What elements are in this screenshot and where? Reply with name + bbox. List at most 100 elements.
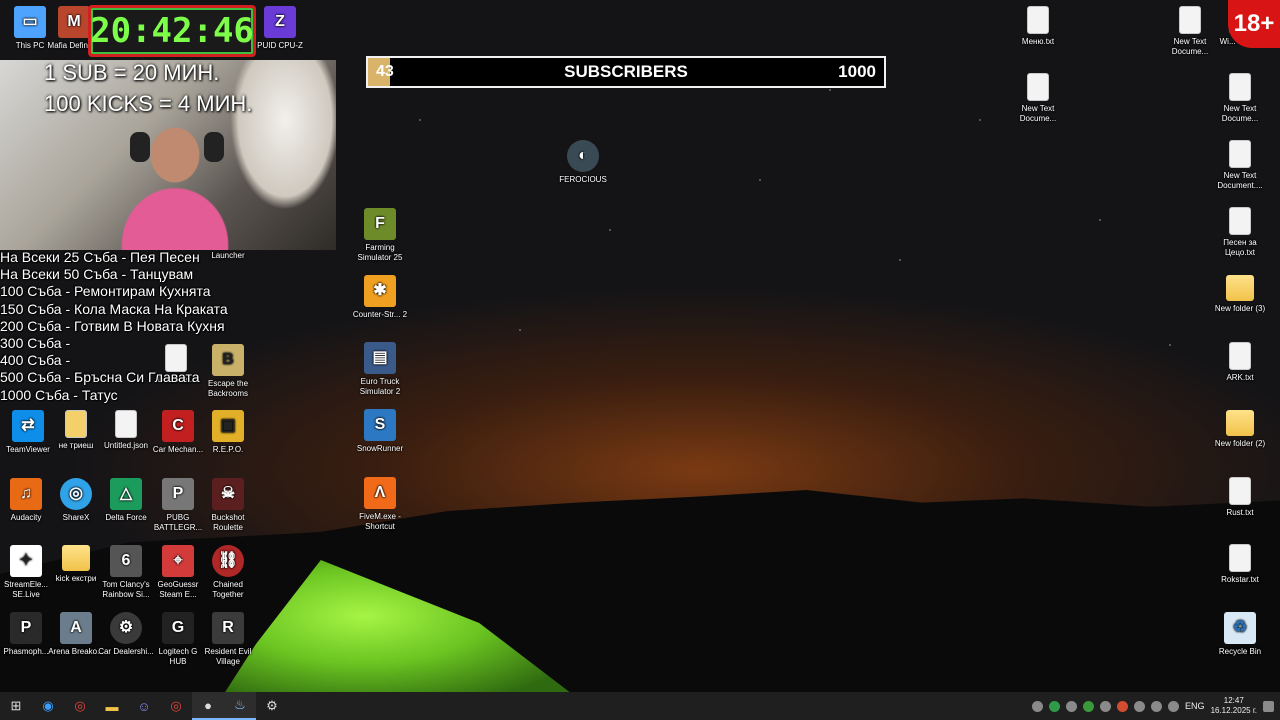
settings-icon[interactable]: ⚙ <box>256 692 288 720</box>
discord-icon[interactable]: ☺ <box>128 692 160 720</box>
deltaforce-icon: △ <box>110 478 142 510</box>
network-icon[interactable] <box>1151 700 1163 712</box>
desktop-icon-pubg[interactable]: P PUBG BATTLEGR... <box>150 478 206 533</box>
desktop-icon-chained-together[interactable]: ⛓ Chained Together <box>200 545 256 600</box>
farming-icon: F <box>364 208 396 240</box>
edge-icon[interactable]: ◉ <box>32 692 64 720</box>
goal-item: 1000 Съба - Татус <box>0 386 118 403</box>
desktop-icon-rust-txt[interactable]: Rust.txt <box>1212 477 1268 518</box>
desktop-icon-re-village[interactable]: R Resident Evil Village <box>200 612 256 667</box>
desktop-icon-fivem[interactable]: Λ FiveM.exe - Shortcut <box>352 477 408 532</box>
tray-app-icon[interactable] <box>1049 700 1061 712</box>
desktop-icon-new-folder-2[interactable]: New folder (2) <box>1212 410 1268 449</box>
language-indicator[interactable]: ENG <box>1185 701 1205 711</box>
desktop-icon-audacity[interactable]: ♫ Audacity <box>0 478 54 523</box>
webcam-background-tree <box>230 60 336 210</box>
desktop-icon-ark-txt[interactable]: ARK.txt <box>1212 342 1268 383</box>
desktop-icon-euro-truck[interactable]: ▤ Euro Truck Simulator 2 <box>352 342 408 397</box>
desktop-icon-car-dealership[interactable]: ⚙ Car Dealershi... <box>98 612 154 657</box>
recycle-bin-icon: ♻ <box>1224 612 1256 644</box>
system-tray: ENG 12:47 16.12.2025 г. <box>1032 692 1280 720</box>
tray-app-icon[interactable] <box>1117 700 1129 712</box>
goal-item: 200 Съба - Готвим В Новата Кухня <box>0 317 225 334</box>
document-icon <box>1027 73 1049 101</box>
document-icon <box>1229 477 1251 505</box>
folder-icon <box>62 545 90 571</box>
document-icon <box>1229 140 1251 168</box>
folder-icon <box>1226 410 1254 436</box>
mafia-icon: M <box>58 6 90 38</box>
file-explorer-icon[interactable]: ▬ <box>96 692 128 720</box>
chrome-icon[interactable]: ◎ <box>64 692 96 720</box>
obs-icon[interactable]: ● <box>192 692 224 720</box>
desktop-icon-geoguessr[interactable]: ⌖ GeoGuessr Steam E... <box>150 545 206 600</box>
subscriber-goal: 1000 <box>838 62 876 81</box>
document-icon <box>1229 342 1251 370</box>
logitech-icon: G <box>162 612 194 644</box>
desktop-icon-snowrunner[interactable]: S SnowRunner <box>352 409 408 454</box>
document-icon <box>1027 6 1049 34</box>
desktop-icon-recycle-bin[interactable]: ♻ Recycle Bin <box>1212 612 1268 657</box>
subscriber-label: SUBSCRIBERS <box>564 62 688 81</box>
desktop-icon-counter-strike[interactable]: ✱ Counter-Str... 2 <box>352 275 408 320</box>
desktop-icon-new-text-doc[interactable]: New Text Docume... <box>1010 73 1066 124</box>
stream-goals-list: На Всеки 25 Съба - Пея Песен На Всеки 50… <box>0 249 250 404</box>
tray-app-icon[interactable] <box>1032 700 1044 712</box>
steam-icon[interactable]: ♨ <box>224 692 256 720</box>
taskbar-date: 16.12.2025 г. <box>1210 706 1257 715</box>
desktop-icon-menu-txt[interactable]: Меню.txt <box>1010 6 1066 47</box>
tray-app-icon[interactable] <box>1083 700 1095 712</box>
goal-item: На Всеки 50 Съба - Танцувам <box>0 266 194 283</box>
volume-icon[interactable] <box>1168 700 1180 712</box>
headset-icon <box>130 132 150 162</box>
document-icon <box>65 410 87 438</box>
folder-icon <box>1226 275 1254 301</box>
windows-start-icon[interactable]: ⊞ <box>0 692 32 720</box>
age-restriction-badge: 18+ <box>1228 0 1280 48</box>
desktop-icon-cpuz[interactable]: Z PUID CPU-Z <box>252 6 308 51</box>
desktop-icon-arena-breakout[interactable]: A Arena Breako... <box>48 612 104 657</box>
teamviewer-icon: ⇄ <box>12 410 44 442</box>
notification-icon[interactable] <box>1263 700 1274 712</box>
desktop-icon-new-text-doc[interactable]: New Text Document.... <box>1212 140 1268 191</box>
cpuz-icon: Z <box>264 6 296 38</box>
desktop-icon-delta-force[interactable]: △ Delta Force <box>98 478 154 523</box>
desktop-icon-logitech[interactable]: G Logitech G HUB <box>150 612 206 667</box>
cs2-icon: ✱ <box>364 275 396 307</box>
desktop-icon-new-text-doc[interactable]: New Text Docume... <box>1212 73 1268 124</box>
desktop-icon-phasmophobia[interactable]: P Phasmoph... <box>0 612 54 657</box>
desktop-icon-new-text-doc[interactable]: New Text Docume... <box>1162 6 1218 57</box>
subscriber-goal-bar: 43 SUBSCRIBERS 1000 <box>366 56 886 88</box>
desktop-icon-farming-simulator[interactable]: F Farming Simulator 25 <box>352 208 408 263</box>
chrome-icon[interactable]: ◎ <box>160 692 192 720</box>
tray-app-icon[interactable] <box>1066 700 1078 712</box>
launcher-icon <box>212 216 244 248</box>
goal-item: 150 Съба - Кола Маска На Краката <box>0 300 228 317</box>
taskbar-clock[interactable]: 12:47 16.12.2025 г. <box>1211 696 1257 716</box>
goal-item: 100 Съба - Ремонтирам Кухнята <box>0 283 211 300</box>
desktop-icon-ne-triesh[interactable]: не триеш <box>48 410 104 451</box>
desktop-icon-kick-extras[interactable]: kick екстри <box>48 545 104 584</box>
desktop-icon-streamelements[interactable]: ✦ StreamEle... SE.Live <box>0 545 54 600</box>
desktop-icon-buckshot[interactable]: ☠ Buckshot Roulette <box>200 478 256 533</box>
desktop-icon-sharex[interactable]: ◎ ShareX <box>48 478 104 523</box>
desktop-icon-rokstar-txt[interactable]: Rokstar.txt <box>1212 544 1268 585</box>
chained-icon: ⛓ <box>212 545 244 577</box>
desktop-icon-untitled-json[interactable]: Untitled.json <box>98 410 154 451</box>
desktop-icon-pesen-txt[interactable]: Песен за Цецо.txt <box>1212 207 1268 258</box>
desktop-icon-rainbow-six[interactable]: 6 Tom Clancy's Rainbow Si... <box>98 545 154 600</box>
desktop-icon-car-mechanic[interactable]: C Car Mechan... <box>150 410 206 455</box>
taskbar: ⊞ ◉ ◎ ▬ ☺ ◎ ● ♨ ⚙ ENG 12:47 16.12.2025 г… <box>0 692 1280 720</box>
taskbar-time: 12:47 <box>1223 696 1244 705</box>
desktop-icon-repo[interactable]: ▣ R.E.P.O. <box>200 410 256 455</box>
desktop-icon-ferocious[interactable]: ◐ FEROCIOUS <box>555 140 611 185</box>
tray-app-icon[interactable] <box>1100 700 1112 712</box>
document-icon <box>1229 73 1251 101</box>
goal-item: На Всеки 25 Съба - Пея Песен <box>0 249 200 265</box>
webcam-overlay <box>0 60 336 250</box>
revillage-icon: R <box>212 612 244 644</box>
tray-app-icon[interactable] <box>1134 700 1146 712</box>
streamelements-icon: ✦ <box>10 545 42 577</box>
cardealer-icon: ⚙ <box>110 612 142 644</box>
desktop-icon-new-folder-3[interactable]: New folder (3) <box>1212 275 1268 314</box>
